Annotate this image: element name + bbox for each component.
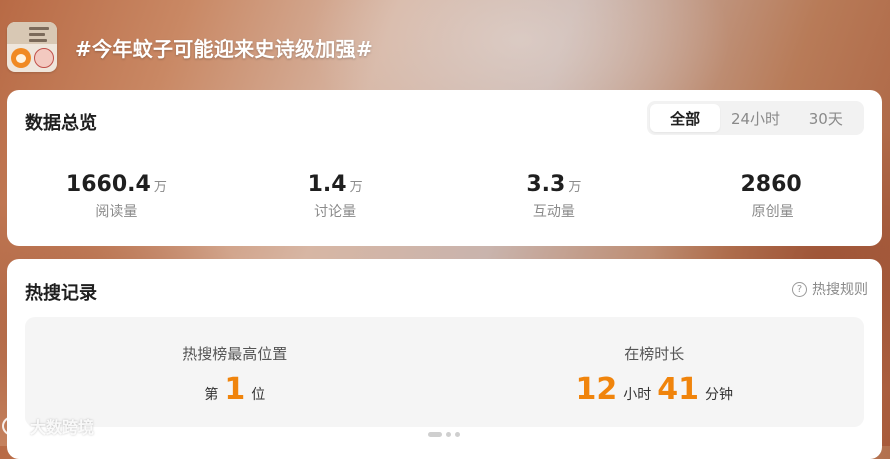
minutes-unit: 分钟 xyxy=(705,387,733,403)
tab-all[interactable]: 全部 xyxy=(650,104,721,132)
on-list-duration: 在榜时长 12 小时 41 分钟 xyxy=(445,317,865,427)
hot-search-rules-link[interactable]: ? 热搜规则 xyxy=(792,279,868,299)
peak-prefix: 第 xyxy=(204,387,219,403)
duration-minutes: 41 xyxy=(657,372,699,407)
rules-label: 热搜规则 xyxy=(812,282,868,298)
peak-position: 热搜榜最高位置 第 1 位 xyxy=(25,317,445,427)
stat-unit: 万 xyxy=(349,180,363,195)
stat-discussions: 1.4 万 讨论量 xyxy=(226,172,445,221)
stat-value: 3.3 xyxy=(526,172,566,197)
time-range-segmented-control: 全部 24小时 30天 xyxy=(647,101,864,135)
duration-hours: 12 xyxy=(575,372,618,407)
peak-suffix: 位 xyxy=(251,387,266,403)
topic-title[interactable]: #今年蚊子可能迎来史诗级加强# xyxy=(75,33,373,62)
stats-row: 1660.4 万 阅读量 1.4 万 讨论量 3.3 万 互动量 2860 原创 xyxy=(7,172,882,221)
hot-search-card: 热搜记录 ? 热搜规则 热搜榜最高位置 第 1 位 在榜时长 12 小时 41 … xyxy=(7,259,882,459)
stat-label: 原创量 xyxy=(751,204,794,220)
stat-label: 阅读量 xyxy=(95,204,138,220)
watermark: 大数跨境 xyxy=(2,414,94,438)
duration-label: 在榜时长 xyxy=(624,345,685,363)
stat-value: 2860 xyxy=(740,172,802,197)
stat-originals: 2860 原创量 xyxy=(663,172,882,221)
hot-search-stats-panel: 热搜榜最高位置 第 1 位 在榜时长 12 小时 41 分钟 xyxy=(25,317,864,427)
question-circle-icon: ? xyxy=(792,281,807,297)
peak-value: 1 xyxy=(224,372,246,407)
overview-card: 数据总览 全部 24小时 30天 1660.4 万 阅读量 1.4 万 讨论量 … xyxy=(7,90,882,246)
tab-30d[interactable]: 30天 xyxy=(791,104,861,132)
stat-label: 讨论量 xyxy=(314,204,357,220)
stat-unit: 万 xyxy=(153,180,167,195)
stat-unit: 万 xyxy=(568,180,582,195)
topic-thumbnail-image[interactable] xyxy=(7,22,57,72)
stat-value: 1.4 xyxy=(307,172,347,197)
brand-logo-icon xyxy=(2,416,24,436)
hours-unit: 小时 xyxy=(623,387,652,403)
watermark-text: 大数跨境 xyxy=(30,418,95,437)
stat-value: 1660.4 xyxy=(65,172,151,197)
scroll-indicator xyxy=(428,432,460,437)
topic-header: #今年蚊子可能迎来史诗级加强# xyxy=(7,21,373,73)
peak-position-label: 热搜榜最高位置 xyxy=(182,345,288,363)
stat-label: 互动量 xyxy=(532,204,575,220)
stat-reads: 1660.4 万 阅读量 xyxy=(7,172,226,221)
stat-interactions: 3.3 万 互动量 xyxy=(445,172,664,221)
hot-search-title: 热搜记录 xyxy=(25,283,97,304)
tab-24h[interactable]: 24小时 xyxy=(720,104,790,132)
overview-title: 数据总览 xyxy=(25,113,97,134)
